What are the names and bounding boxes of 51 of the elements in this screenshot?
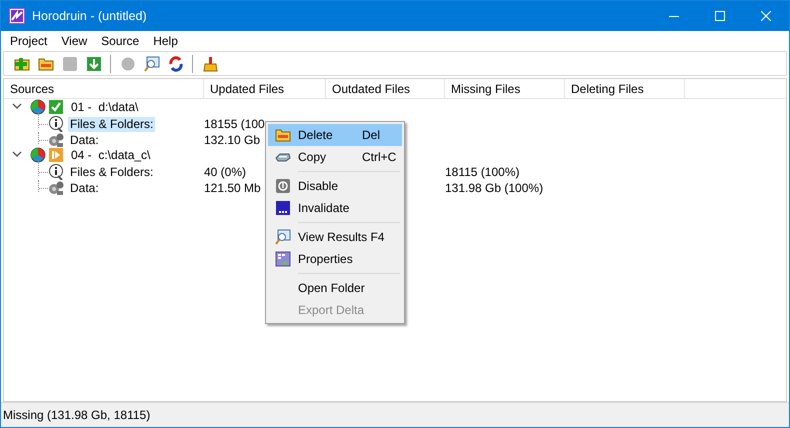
column-header[interactable]: Outdated Files — [326, 79, 445, 98]
column-header[interactable]: Sources — [4, 79, 204, 98]
stop-icon — [62, 56, 78, 72]
table-cell: 132.10 Gb — [204, 133, 260, 147]
item-label[interactable]: Files & Folders: — [68, 164, 156, 180]
refresh-icon — [168, 56, 184, 72]
menu-item[interactable]: Open Folder — [268, 277, 402, 299]
menu-item[interactable]: View — [54, 32, 94, 50]
menu-item[interactable]: View Results F4 — [268, 226, 402, 248]
source-label[interactable]: 01 - d:\data\ — [69, 100, 140, 114]
check-icon — [49, 100, 63, 114]
window-title: Horodruin - (untitled) — [32, 8, 147, 25]
table-cell: 18115 (100%) — [445, 165, 520, 179]
search-icon — [144, 56, 160, 72]
menu-item[interactable]: Help — [146, 32, 185, 50]
item-label[interactable]: Data: — [68, 132, 101, 148]
menu-item[interactable]: Disable — [268, 175, 402, 197]
column-header[interactable]: Updated Files — [204, 79, 326, 98]
folder-icon — [275, 127, 291, 143]
pie-chart-icon — [30, 99, 46, 115]
download-icon — [86, 56, 102, 72]
menu-item[interactable]: Project — [3, 32, 54, 50]
menu-item[interactable]: Delete Del — [268, 124, 402, 146]
app-icon — [9, 8, 25, 24]
close-icon — [761, 11, 771, 21]
source-label[interactable]: 04 - c:\data_c\ — [69, 148, 152, 162]
folder-add-icon — [14, 56, 30, 72]
broom-icon — [202, 56, 218, 72]
item-label[interactable]: Data: — [68, 180, 101, 196]
table-cell: 18155 (100 — [204, 117, 265, 131]
menu-item[interactable]: Source — [94, 32, 146, 50]
info-icon — [48, 164, 64, 180]
table-cell: 40 (0%) — [204, 165, 246, 179]
folder-icon — [38, 56, 54, 72]
column-header[interactable]: Missing Files — [445, 79, 565, 98]
status-text: Missing (131.98 Gb, 18115) — [3, 407, 150, 424]
power-icon — [275, 178, 291, 194]
table-cell: 121.50 Mb — [204, 181, 261, 195]
search-icon — [275, 229, 291, 245]
table-cell: 131.98 Gb (100%) — [445, 181, 544, 195]
play-icon — [49, 148, 63, 162]
info-icon — [48, 116, 64, 132]
menu-item[interactable]: Copy Ctrl+C — [268, 146, 402, 168]
menu-item[interactable]: Properties — [268, 248, 402, 270]
properties-icon — [275, 251, 291, 267]
maximize-icon — [715, 11, 725, 21]
dots-icon — [275, 200, 291, 216]
column-header[interactable]: Deleting Files — [565, 79, 685, 98]
pie-chart-icon — [30, 147, 46, 163]
item-label[interactable]: Files & Folders: — [68, 116, 156, 132]
menu-item[interactable]: Invalidate — [268, 197, 402, 219]
